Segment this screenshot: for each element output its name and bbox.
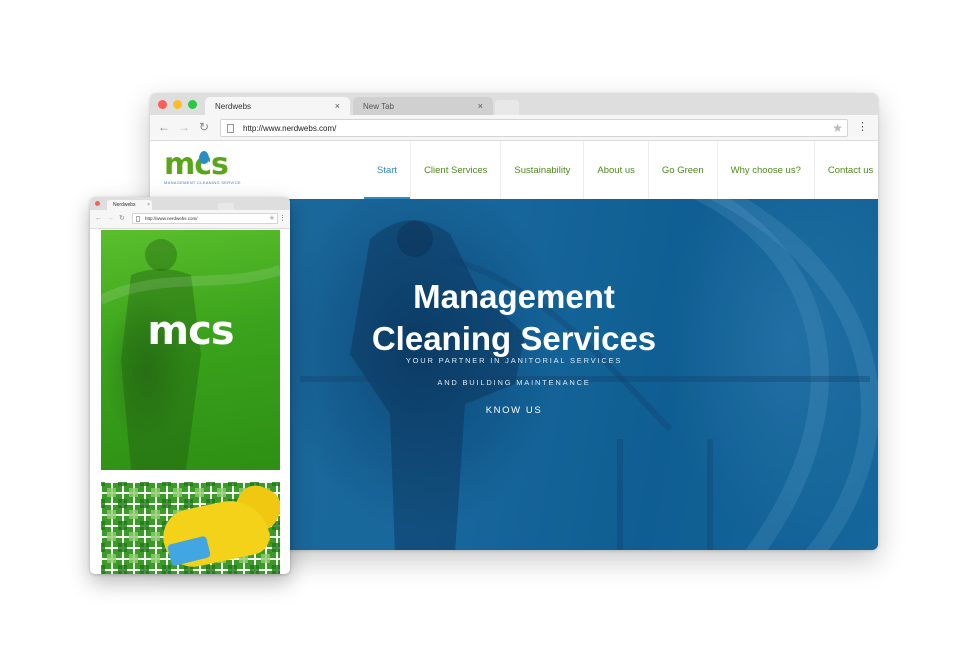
- minimize-window-button[interactable]: [173, 100, 182, 109]
- tab-nerdwebs[interactable]: Nerdwebs ×: [205, 97, 350, 115]
- back-arrow-icon[interactable]: ←: [158, 120, 170, 134]
- bookmark-star-icon[interactable]: ★: [832, 121, 843, 135]
- mobile-tab-nerdwebs[interactable]: Nerdwebs ×: [107, 200, 152, 210]
- new-tab-button[interactable]: [218, 203, 234, 210]
- nav-sustainability[interactable]: Sustainability: [500, 141, 583, 199]
- tab-new-tab[interactable]: New Tab ×: [353, 97, 493, 115]
- browser-toolbar: ← → ↻ http://www.nerdwebs.com/ ★ ⋮: [150, 115, 878, 141]
- close-window-button[interactable]: [95, 201, 100, 206]
- nav-go-green[interactable]: Go Green: [647, 141, 717, 199]
- mobile-hero-image: mcs: [101, 230, 280, 470]
- mobile-browser-window: Nerdwebs × ← → ↻ http://www.nerdwebs.com…: [90, 197, 290, 574]
- maximize-window-button[interactable]: [188, 100, 197, 109]
- nav-about-us[interactable]: About us: [583, 141, 648, 199]
- back-arrow-icon[interactable]: ←: [95, 214, 102, 223]
- site-header: mcs MANAGEMENT CLEANING SERVICE Start Cl…: [150, 141, 878, 199]
- browser-menu-icon[interactable]: ⋮: [857, 120, 868, 134]
- main-nav: Start Client Services Sustainability Abo…: [364, 141, 878, 199]
- nav-why-choose-us[interactable]: Why choose us?: [716, 141, 814, 199]
- water-drop-icon: [199, 151, 209, 164]
- hero-title-line1: Management: [413, 278, 615, 315]
- address-bar-url: http://www.nerdwebs.com/: [243, 124, 337, 133]
- mobile-browser-toolbar: ← → ↻ http://www.nerdwebs.com/ ★ ⋮: [90, 210, 290, 229]
- know-us-button[interactable]: KNOW US: [468, 405, 560, 416]
- mobile-tiles-image: [101, 482, 280, 574]
- page-icon: [136, 216, 140, 222]
- hero-subtitle-line1: YOUR PARTNER IN JANITORIAL SERVICES: [405, 356, 623, 365]
- address-bar-url: http://www.nerdwebs.com/: [145, 216, 198, 221]
- close-tab-icon[interactable]: ×: [147, 202, 150, 208]
- new-tab-button[interactable]: [495, 100, 519, 115]
- forward-arrow-icon[interactable]: →: [107, 214, 114, 223]
- mcs-logo[interactable]: mcs MANAGEMENT CLEANING SERVICE: [164, 147, 254, 191]
- tab-bar: Nerdwebs × New Tab ×: [150, 93, 878, 115]
- reload-icon[interactable]: ↻: [119, 214, 125, 223]
- address-bar[interactable]: http://www.nerdwebs.com/ ★: [220, 119, 848, 137]
- nav-start[interactable]: Start: [364, 141, 411, 199]
- window-controls: [158, 100, 197, 109]
- mobile-mcs-logo: mcs: [147, 308, 234, 354]
- tab-label: Nerdwebs: [215, 102, 252, 111]
- close-tab-icon[interactable]: ×: [335, 102, 340, 111]
- nav-client-services[interactable]: Client Services: [410, 141, 500, 199]
- mobile-address-bar[interactable]: http://www.nerdwebs.com/ ★: [132, 213, 278, 224]
- close-window-button[interactable]: [158, 100, 167, 109]
- hero-subtitle-line2: AND BUILDING MAINTENANCE: [437, 378, 591, 387]
- bookmark-star-icon[interactable]: ★: [269, 214, 275, 223]
- logo-mark: mcs: [164, 147, 229, 182]
- forward-arrow-icon[interactable]: →: [178, 120, 190, 134]
- nav-contact-us[interactable]: Contact us: [813, 141, 878, 199]
- logo-tagline: MANAGEMENT CLEANING SERVICE: [164, 180, 241, 185]
- tab-label: Nerdwebs: [113, 202, 136, 208]
- close-tab-icon[interactable]: ×: [478, 102, 483, 111]
- hero-title-line2: Cleaning Services: [371, 320, 657, 357]
- tab-label: New Tab: [363, 102, 394, 111]
- reload-icon[interactable]: ↻: [199, 120, 209, 134]
- browser-menu-icon[interactable]: ⋮: [279, 214, 286, 223]
- page-icon: [227, 124, 234, 133]
- mobile-tab-bar: Nerdwebs ×: [90, 197, 290, 210]
